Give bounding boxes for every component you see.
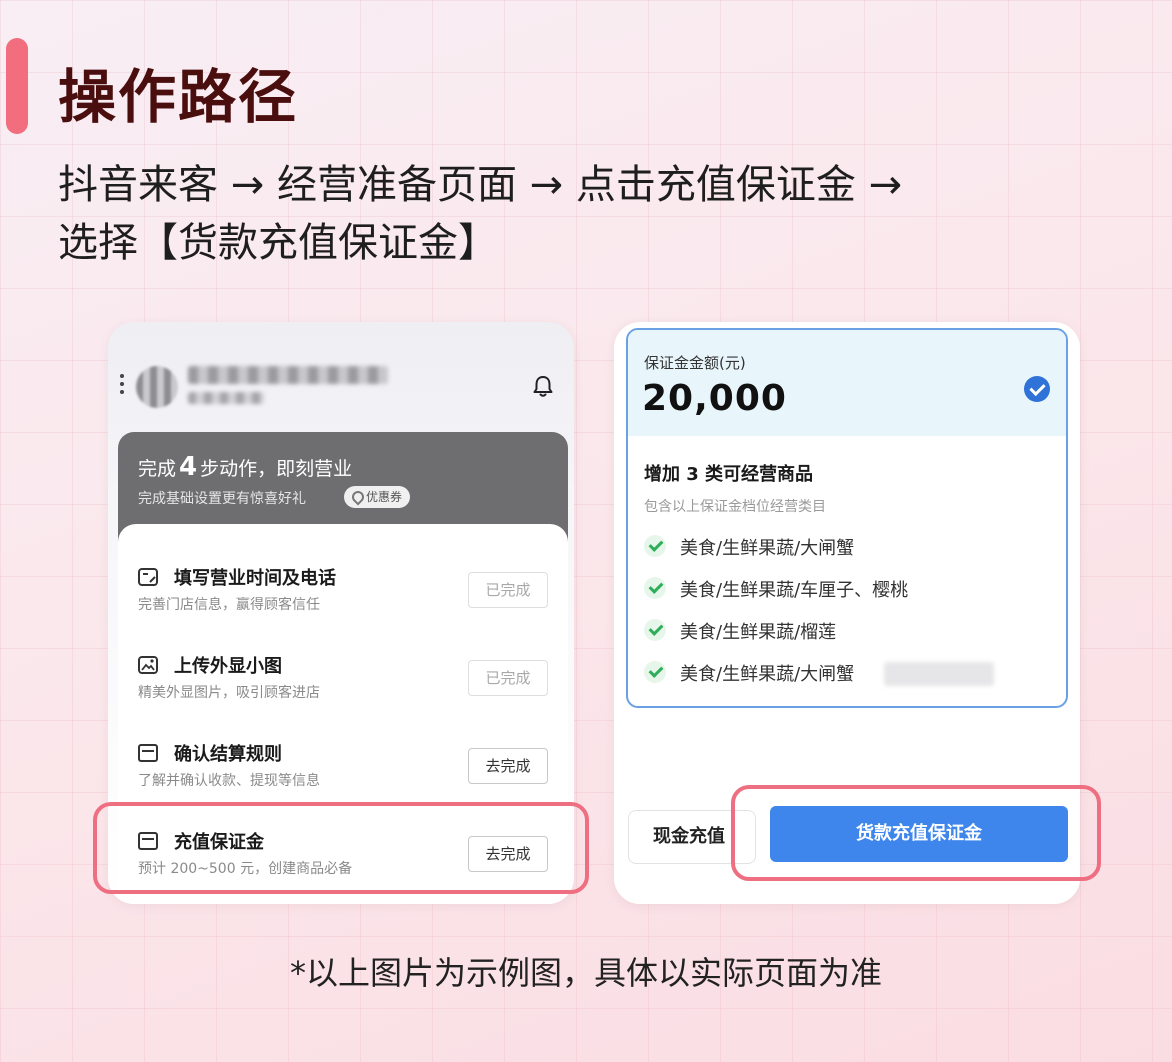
check-icon [644, 535, 666, 557]
top-bar [108, 322, 574, 432]
operation-path-description: 抖音来客 → 经营准备页面 → 点击充值保证金 → 选择【货款充值保证金】 [58, 156, 1118, 272]
deposit-option-card[interactable]: 保证金金额(元) 20,000 增加 3 类可经营商品 包含以上保证金档位经营类… [626, 328, 1068, 708]
task-title: 确认结算规则 [174, 744, 282, 765]
task-go-button[interactable]: 去完成 [468, 748, 548, 784]
task-done-button[interactable]: 已完成 [468, 572, 548, 608]
task-subtitle: 精美外显图片，吸引顾客进店 [138, 685, 320, 701]
steps-count: 4 [179, 452, 198, 482]
blurred-store-subtext [188, 392, 264, 404]
blurred-text [884, 662, 994, 686]
task-subtitle: 了解并确认收款、提现等信息 [138, 773, 320, 789]
more-dots-icon[interactable] [120, 374, 124, 394]
check-icon [644, 577, 666, 599]
page-title: 操作路径 [58, 63, 299, 131]
store-avatar [136, 366, 178, 408]
check-icon [644, 661, 666, 683]
blurred-store-name [188, 366, 388, 384]
task-done-button[interactable]: 已完成 [468, 660, 548, 696]
deposit-amount: 20,000 [642, 378, 787, 419]
selected-check-icon [1024, 376, 1050, 402]
task-subtitle: 完善门店信息，赢得顾客信任 [138, 597, 320, 613]
accent-bar [6, 38, 28, 134]
deposit-label: 保证金金额(元) [644, 354, 746, 372]
task-settlement-rules: 确认结算规则 了解并确认收款、提现等信息 去完成 [118, 710, 568, 796]
deposit-header: 保证金金额(元) 20,000 [628, 330, 1066, 436]
image-upload-icon [138, 656, 158, 674]
coupon-badge[interactable]: 优惠券 [344, 486, 411, 508]
task-title: 上传外显小图 [174, 656, 282, 677]
card-icon [138, 744, 158, 762]
steps-banner-subtitle: 完成基础设置更有惊喜好礼 [138, 491, 306, 507]
highlight-recharge-task [93, 802, 589, 894]
footnote: *以上图片为示例图，具体以实际页面为准 [289, 954, 882, 992]
task-fill-hours: 填写营业时间及电话 完善门店信息，赢得顾客信任 已完成 [118, 534, 568, 620]
path-line-1: 抖音来客 → 经营准备页面 → 点击充值保证金 → [58, 162, 903, 208]
highlight-loan-recharge-button [731, 785, 1101, 881]
task-upload-image: 上传外显小图 精美外显图片，吸引顾客进店 已完成 [118, 622, 568, 708]
calendar-edit-icon [138, 568, 158, 586]
categories-title: 增加 3 类可经营商品 [644, 464, 814, 485]
task-title: 填写营业时间及电话 [174, 568, 336, 589]
steps-banner-title: 完成 4 步动作，即刻营业 [138, 452, 353, 482]
bell-icon[interactable] [532, 374, 554, 398]
path-line-2: 选择【货款充值保证金】 [58, 220, 498, 266]
categories-subtitle: 包含以上保证金档位经营类目 [644, 499, 826, 515]
check-icon [644, 619, 666, 641]
